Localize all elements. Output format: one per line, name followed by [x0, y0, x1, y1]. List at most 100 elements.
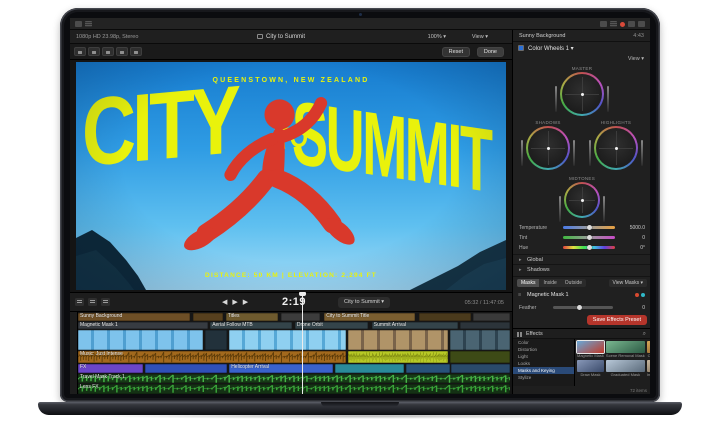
- timeline-clip[interactable]: Music: Just Intense: [78, 351, 346, 364]
- slider-knob[interactable]: [587, 225, 592, 230]
- timeline-clip[interactable]: [406, 364, 449, 373]
- mask-red-dot[interactable]: [635, 293, 639, 297]
- global-group-row[interactable]: ▸ Global: [513, 254, 650, 264]
- tab-masks[interactable]: Masks: [517, 279, 539, 287]
- view-masks-button[interactable]: View Masks ▾: [609, 279, 647, 287]
- effect-thumbnail[interactable]: [577, 341, 604, 353]
- previous-frame-icon[interactable]: ◀: [222, 298, 227, 306]
- effects-category[interactable]: Stylize: [513, 374, 574, 381]
- effect-thumbnail[interactable]: [647, 360, 650, 372]
- timeline-clip[interactable]: [450, 330, 510, 349]
- effect-item[interactable]: Scene Removal Mask: [606, 341, 645, 358]
- timeline-clip[interactable]: Sunny Background: [78, 313, 190, 321]
- effect-thumbnail[interactable]: [647, 341, 650, 353]
- wheel-slider[interactable]: [559, 196, 561, 222]
- effect-item[interactable]: Graduated Mask: [606, 360, 645, 377]
- timeline-clip[interactable]: [348, 351, 447, 364]
- effect-thumbnail[interactable]: [606, 341, 645, 353]
- timeline-clip[interactable]: [335, 364, 404, 373]
- drag-handle-icon[interactable]: ≡: [518, 292, 521, 298]
- timeline-project-selector[interactable]: City to Summit ▾: [338, 297, 390, 308]
- mask-teal-dot[interactable]: [641, 293, 645, 297]
- record-icon[interactable]: [620, 22, 625, 27]
- highlights-wheel[interactable]: HIGHLIGHTS: [592, 120, 640, 170]
- temperature-slider[interactable]: Temperature 5000.0: [513, 222, 650, 232]
- feather-slider-row[interactable]: Feather 0: [513, 302, 650, 312]
- browser-icon[interactable]: [628, 21, 635, 27]
- reset-button[interactable]: Reset: [442, 47, 470, 57]
- shadows-group-row[interactable]: ▸ Shadows: [513, 264, 650, 274]
- wheel-slider[interactable]: [641, 140, 643, 166]
- slider-knob[interactable]: [587, 245, 592, 250]
- crop-tool-icon[interactable]: [116, 47, 128, 56]
- chevron-right-icon[interactable]: ▸: [519, 257, 522, 263]
- effects-category[interactable]: Distortion: [513, 346, 574, 353]
- timeline-clip[interactable]: [451, 364, 510, 373]
- timeline-clip[interactable]: Drone Orbit: [295, 322, 368, 330]
- zoom-dropdown[interactable]: 100% ▾: [428, 34, 446, 40]
- shadows-wheel[interactable]: SHADOWS: [524, 120, 572, 170]
- effect-thumbnail[interactable]: [606, 360, 645, 372]
- tab-inside[interactable]: Inside: [539, 279, 560, 287]
- midtones-wheel[interactable]: MIDTONES: [562, 176, 602, 218]
- wheel-slider[interactable]: [521, 140, 523, 166]
- inspector-toggle-icon[interactable]: [638, 21, 645, 27]
- tint-slider[interactable]: Tint 0: [513, 232, 650, 242]
- analyze-tool-icon[interactable]: [88, 47, 100, 56]
- timeline-clip[interactable]: [229, 330, 346, 349]
- wheel-slider[interactable]: [555, 86, 557, 112]
- effect-item[interactable]: Image Mask: [647, 360, 650, 377]
- tools-icon[interactable]: [88, 298, 97, 306]
- effects-category[interactable]: Looks: [513, 360, 574, 367]
- timeline[interactable]: Sunny BackgroundTitlesCity to Summit Tit…: [70, 312, 510, 394]
- timeline-clip[interactable]: [419, 313, 471, 321]
- chevron-right-icon[interactable]: ▸: [519, 267, 522, 273]
- timeline-clip[interactable]: Titles: [226, 313, 278, 321]
- search-icon[interactable]: ⌕: [643, 331, 646, 338]
- done-button[interactable]: Done: [477, 47, 504, 57]
- window-icon[interactable]: [75, 21, 82, 27]
- save-effects-preset-button[interactable]: Save Effects Preset: [587, 315, 647, 325]
- effect-item[interactable]: Draw Mask: [577, 360, 604, 377]
- color-tool-icon[interactable]: [74, 47, 86, 56]
- timeline-clip[interactable]: [281, 313, 320, 321]
- effect-item[interactable]: Magnetic Mask: [577, 341, 604, 358]
- hue-slider[interactable]: Hue 0°: [513, 242, 650, 252]
- effect-thumbnail[interactable]: [577, 360, 604, 372]
- effect-enabled-checkbox[interactable]: [518, 45, 524, 51]
- viewer-canvas[interactable]: QUEENSTOWN, NEW ZEALAND CITY TO SUMMIT: [76, 62, 506, 290]
- wheel-slider[interactable]: [573, 140, 575, 166]
- timeline-clip[interactable]: [348, 330, 447, 349]
- timeline-clip[interactable]: FX: [78, 364, 143, 373]
- timeline-clip[interactable]: [145, 364, 227, 373]
- timeline-clip[interactable]: Aerial Follow MTB: [210, 322, 292, 330]
- view-dropdown[interactable]: View ▾: [472, 34, 488, 40]
- wheel-slider[interactable]: [603, 196, 605, 222]
- wheel-slider[interactable]: [607, 86, 609, 112]
- master-wheel[interactable]: MASTER: [558, 66, 606, 116]
- tab-outside[interactable]: Outside: [561, 279, 586, 287]
- color-wheels-title[interactable]: Color Wheels 1 ▾: [528, 45, 574, 52]
- more-tool-icon[interactable]: [130, 47, 142, 56]
- effects-category[interactable]: Light: [513, 353, 574, 360]
- next-frame-icon[interactable]: ▶: [243, 298, 248, 306]
- timeline-clip[interactable]: [78, 330, 203, 349]
- playhead[interactable]: [302, 294, 303, 394]
- effect-item[interactable]: Color Mask: [647, 341, 650, 358]
- slider-knob[interactable]: [577, 305, 582, 310]
- timeline-clip[interactable]: Helicopter Arrival: [229, 364, 333, 373]
- mask-item-row[interactable]: ≡ Magnetic Mask 1: [513, 290, 650, 300]
- play-icon[interactable]: ▶: [232, 298, 237, 306]
- timeline-clip[interactable]: Summit Arrival: [372, 322, 458, 330]
- timeline-clip[interactable]: [460, 322, 510, 330]
- trim-icon[interactable]: [101, 298, 110, 306]
- slider-knob[interactable]: [587, 235, 592, 240]
- list-icon[interactable]: [85, 21, 92, 27]
- timeline-clip[interactable]: [450, 351, 510, 364]
- timeline-clip[interactable]: [205, 330, 227, 349]
- timeline-clip[interactable]: Magnetic Mask 1: [78, 322, 208, 330]
- index-icon[interactable]: [75, 298, 84, 306]
- wheel-slider[interactable]: [589, 140, 591, 166]
- timeline-clip[interactable]: Lens FX: [78, 384, 510, 394]
- timeline-clip[interactable]: [193, 313, 223, 321]
